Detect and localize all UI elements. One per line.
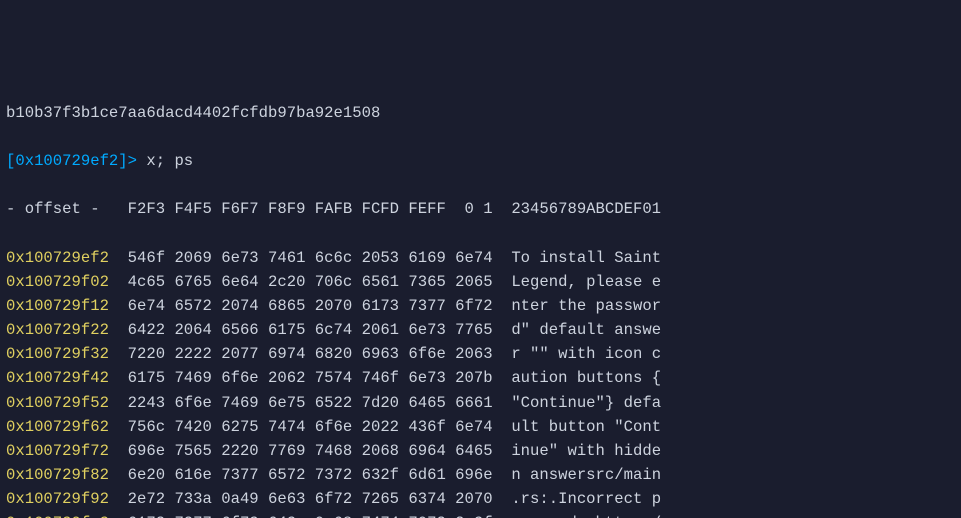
hexdump-row: 0x100729f32 7220 2222 2077 6974 6820 696… (6, 342, 953, 366)
hex-ascii: inue" with hidde (493, 442, 661, 460)
hex-bytes: 6e74 6572 2074 6865 2070 6173 7377 6f72 (109, 297, 493, 315)
hex-ascii: "Continue"} defa (493, 394, 661, 412)
hex-addr: 0x100729f92 (6, 490, 109, 508)
hex-addr: 0x100729f52 (6, 394, 109, 412)
hex-addr: 0x100729f22 (6, 321, 109, 339)
hex-bytes: 546f 2069 6e73 7461 6c6c 2053 6169 6e74 (109, 249, 493, 267)
hex-addr: 0x100729f42 (6, 369, 109, 387)
hex-bytes: 7220 2222 2077 6974 6820 6963 6f6e 2063 (109, 345, 493, 363)
hex-addr: 0x100729f82 (6, 466, 109, 484)
hexdump-row: 0x100729f12 6e74 6572 2074 6865 2070 617… (6, 294, 953, 318)
command-text: x; ps (146, 152, 193, 170)
hex-addr: 0x100729f72 (6, 442, 109, 460)
prompt-close: ]> (118, 152, 146, 170)
hex-bytes: 2e72 733a 0a49 6e63 6f72 7265 6374 2070 (109, 490, 493, 508)
hex-addr: 0x100729ef2 (6, 249, 109, 267)
hex-ascii: d" default answe (493, 321, 661, 339)
hex-ascii: n answersrc/main (493, 466, 661, 484)
prompt-line-1[interactable]: [0x100729ef2]> x; ps (6, 149, 953, 173)
hex-addr: 0x100729f12 (6, 297, 109, 315)
hexdump-row: 0x100729f92 2e72 733a 0a49 6e63 6f72 726… (6, 487, 953, 511)
hexdump-rows: 0x100729ef2 546f 2069 6e73 7461 6c6c 205… (6, 246, 953, 518)
hex-bytes: 696e 7565 2220 7769 7468 2068 6964 6465 (109, 442, 493, 460)
hex-bytes: 6e20 616e 7377 6572 7372 632f 6d61 696e (109, 466, 493, 484)
hexdump-row: 0x100729fa2 6173 7377 6f72 642e 0a68 747… (6, 511, 953, 518)
hexdump-row: 0x100729ef2 546f 2069 6e73 7461 6c6c 205… (6, 246, 953, 270)
hex-addr: 0x100729fa2 (6, 514, 109, 518)
hex-ascii: r "" with icon c (493, 345, 661, 363)
hex-bytes: 6173 7377 6f72 642e 0a68 7474 7073 3a2f (109, 514, 493, 518)
hex-ascii: To install Saint (493, 249, 661, 267)
hexdump-row: 0x100729f22 6422 2064 6566 6175 6c74 206… (6, 318, 953, 342)
hexdump-header: - offset - F2F3 F4F5 F6F7 F8F9 FAFB FCFD… (6, 197, 953, 221)
hex-ascii: .rs:.Incorrect p (493, 490, 661, 508)
hex-addr: 0x100729f02 (6, 273, 109, 291)
hexdump-row: 0x100729f42 6175 7469 6f6e 2062 7574 746… (6, 366, 953, 390)
hexdump-row: 0x100729f62 756c 7420 6275 7474 6f6e 202… (6, 415, 953, 439)
hexdump-row: 0x100729f52 2243 6f6e 7469 6e75 6522 7d2… (6, 391, 953, 415)
hex-bytes: 6422 2064 6566 6175 6c74 2061 6e73 7765 (109, 321, 493, 339)
hex-ascii: nter the passwor (493, 297, 661, 315)
hex-ascii: assword..https:/ (493, 514, 661, 518)
hexdump-row: 0x100729f72 696e 7565 2220 7769 7468 206… (6, 439, 953, 463)
hex-ascii: Legend, please e (493, 273, 661, 291)
hash-line: b10b37f3b1ce7aa6dacd4402fcfdb97ba92e1508 (6, 101, 953, 125)
hex-bytes: 2243 6f6e 7469 6e75 6522 7d20 6465 6661 (109, 394, 493, 412)
hex-ascii: aution buttons { (493, 369, 661, 387)
hexdump-row: 0x100729f02 4c65 6765 6e64 2c20 706c 656… (6, 270, 953, 294)
hexdump-row: 0x100729f82 6e20 616e 7377 6572 7372 632… (6, 463, 953, 487)
prompt-addr: 0x100729ef2 (15, 152, 118, 170)
hex-addr: 0x100729f62 (6, 418, 109, 436)
prompt-open: [ (6, 152, 15, 170)
hex-bytes: 4c65 6765 6e64 2c20 706c 6561 7365 2065 (109, 273, 493, 291)
hex-ascii: ult button "Cont (493, 418, 661, 436)
hex-bytes: 6175 7469 6f6e 2062 7574 746f 6e73 207b (109, 369, 493, 387)
hex-addr: 0x100729f32 (6, 345, 109, 363)
hex-bytes: 756c 7420 6275 7474 6f6e 2022 436f 6e74 (109, 418, 493, 436)
